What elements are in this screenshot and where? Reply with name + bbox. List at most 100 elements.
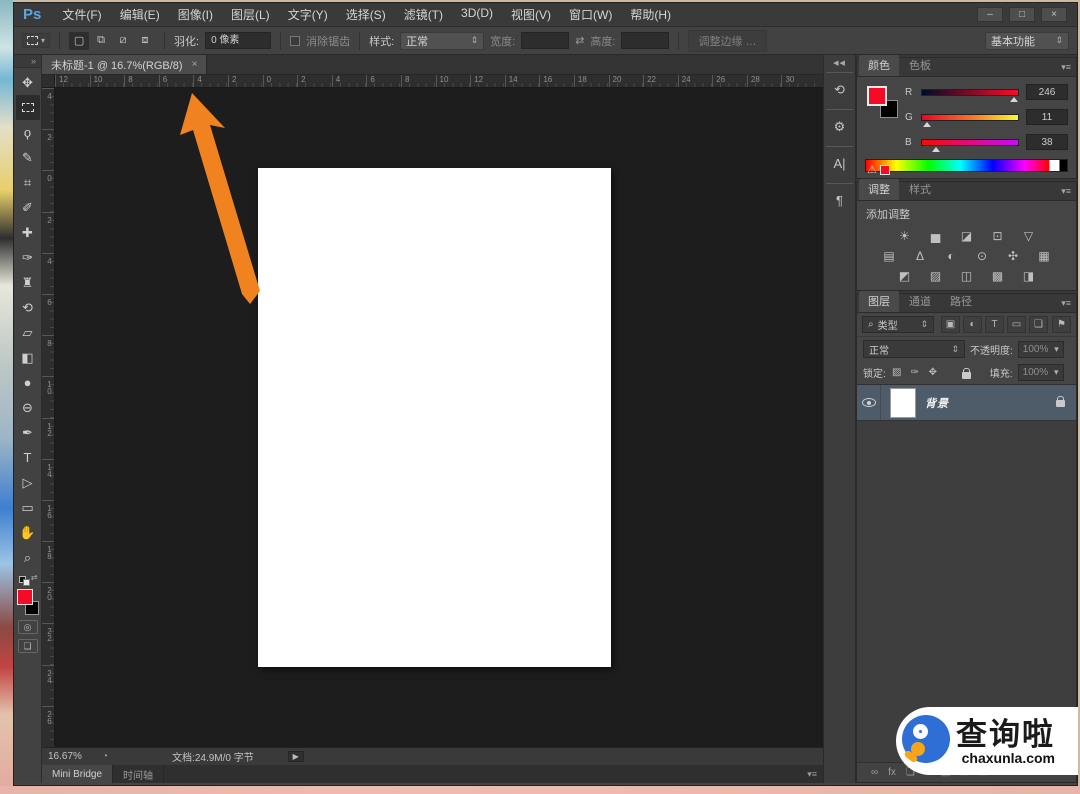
- exposure-adjustment-icon[interactable]: ⊡: [988, 228, 1008, 244]
- menu-item[interactable]: 帮助(H): [621, 6, 680, 23]
- slider-marker[interactable]: [1010, 96, 1019, 102]
- move-tool[interactable]: ✥: [16, 70, 40, 95]
- black-white-adjustment-icon[interactable]: ◐: [941, 248, 961, 264]
- width-input[interactable]: [521, 32, 570, 49]
- panel-menu-icon[interactable]: ▾≡: [1061, 62, 1076, 76]
- tool-preset-dropdown[interactable]: ▾: [22, 33, 51, 48]
- add-to-selection-mode-button[interactable]: ⧉: [91, 32, 111, 50]
- threshold-adjustment-icon[interactable]: ◫: [957, 268, 977, 284]
- menu-item[interactable]: 选择(S): [337, 6, 395, 23]
- filter-pixel-layers-icon[interactable]: ▣: [941, 316, 960, 333]
- red-channel-slider[interactable]: [921, 88, 1019, 102]
- menu-item[interactable]: 图层(L): [222, 6, 279, 23]
- eyedropper-tool[interactable]: ✐: [16, 195, 40, 220]
- color-balance-adjustment-icon[interactable]: Δ: [910, 248, 930, 264]
- foreground-color-swatch[interactable]: [867, 86, 887, 106]
- selective-color-adjustment-icon[interactable]: ▩: [988, 268, 1008, 284]
- lock-all-icon[interactable]: [961, 367, 971, 379]
- screen-mode-button[interactable]: ❏: [17, 639, 38, 653]
- rectangular-marquee-tool[interactable]: [15, 95, 40, 120]
- tab-layers[interactable]: 图层: [859, 291, 899, 312]
- fill-field[interactable]: 100% ▾: [1017, 364, 1064, 381]
- lock-transparent-pixels-icon[interactable]: ▨: [891, 367, 903, 378]
- history-brush-tool[interactable]: ⟲: [16, 295, 40, 320]
- properties-panel-icon[interactable]: ⚙: [826, 109, 853, 143]
- curves-adjustment-icon[interactable]: ◪: [957, 228, 977, 244]
- tab-channels[interactable]: 通道: [900, 291, 940, 312]
- blue-channel-value[interactable]: 38: [1026, 134, 1068, 150]
- status-options-arrow[interactable]: ▶: [287, 751, 304, 762]
- menu-item[interactable]: 视图(V): [502, 6, 560, 23]
- brightness-contrast-adjustment-icon[interactable]: ☀: [895, 228, 915, 244]
- quick-selection-tool[interactable]: ✎: [16, 145, 40, 170]
- blur-tool[interactable]: ●: [16, 370, 40, 395]
- menu-item[interactable]: 3D(D): [452, 6, 502, 23]
- document-canvas-page[interactable]: [258, 168, 611, 667]
- path-selection-tool[interactable]: ▷: [16, 470, 40, 495]
- posterize-adjustment-icon[interactable]: ▨: [926, 268, 946, 284]
- tab-mini-bridge[interactable]: Mini Bridge: [42, 765, 114, 783]
- document-tab[interactable]: 未标题-1 @ 16.7%(RGB/8) ×: [42, 55, 208, 74]
- maximize-button[interactable]: □: [1009, 7, 1035, 22]
- clone-stamp-tool[interactable]: ♜: [16, 270, 40, 295]
- spot-healing-brush-tool[interactable]: ✚: [16, 220, 40, 245]
- eraser-tool[interactable]: ▱: [16, 320, 40, 345]
- character-panel-icon[interactable]: A|: [826, 146, 853, 180]
- menu-item[interactable]: 文字(Y): [279, 6, 337, 23]
- color-spectrum-ramp[interactable]: [865, 159, 1068, 172]
- levels-adjustment-icon[interactable]: ▅: [926, 228, 946, 244]
- crop-tool[interactable]: ⌗: [16, 170, 40, 195]
- subtract-from-selection-mode-button[interactable]: ⧄: [113, 32, 133, 50]
- toolbar-collapse-button[interactable]: »: [14, 55, 41, 68]
- link-layers-icon[interactable]: ∞: [871, 767, 878, 778]
- antialias-checkbox[interactable]: [290, 35, 301, 46]
- opacity-field[interactable]: 100% ▾: [1017, 340, 1064, 358]
- tab-adjustments[interactable]: 调整: [859, 179, 899, 200]
- collapse-panels-icon[interactable]: ◀◀: [824, 55, 855, 69]
- quick-mask-button[interactable]: ◎: [17, 620, 38, 634]
- minimize-button[interactable]: –: [977, 7, 1003, 22]
- style-select[interactable]: 正常 ⇕: [400, 31, 485, 50]
- green-channel-slider[interactable]: [921, 113, 1019, 127]
- zoom-level-field[interactable]: 16.67%: [48, 751, 94, 762]
- rectangle-tool[interactable]: ▭: [16, 495, 40, 520]
- layer-filter-type-select[interactable]: ⌕ 类型 ⇕: [862, 316, 934, 333]
- tab-color[interactable]: 颜色: [859, 55, 899, 76]
- hue-saturation-adjustment-icon[interactable]: ▤: [879, 248, 899, 264]
- lock-image-pixels-icon[interactable]: ✑: [909, 367, 921, 378]
- invert-adjustment-icon[interactable]: ◩: [895, 268, 915, 284]
- red-channel-value[interactable]: 246: [1026, 84, 1068, 100]
- new-selection-mode-button[interactable]: ▢: [69, 31, 90, 50]
- lasso-tool[interactable]: ϙ: [16, 120, 40, 145]
- close-button[interactable]: ×: [1041, 7, 1067, 22]
- menu-item[interactable]: 编辑(E): [111, 6, 169, 23]
- gamut-warning[interactable]: ⚠: [867, 163, 890, 176]
- slider-marker[interactable]: [932, 146, 941, 152]
- layer-row-background[interactable]: 背景: [857, 385, 1076, 421]
- layer-style-icon[interactable]: fx: [888, 767, 896, 778]
- layer-visibility-toggle[interactable]: [857, 385, 881, 420]
- document-close-icon[interactable]: ×: [192, 59, 198, 70]
- panel-menu-icon[interactable]: ▾≡: [1061, 298, 1076, 312]
- swap-dimensions-icon[interactable]: ⇄: [575, 34, 584, 47]
- zoom-tool[interactable]: ⌕: [16, 545, 40, 570]
- filter-toggle-icon[interactable]: ⚑: [1052, 316, 1071, 333]
- paragraph-panel-icon[interactable]: ¶: [826, 183, 853, 217]
- tab-timeline[interactable]: 时间轴: [113, 765, 165, 783]
- tab-styles[interactable]: 样式: [900, 179, 940, 200]
- blend-mode-select[interactable]: 正常 ⇕: [863, 340, 965, 358]
- layer-thumbnail[interactable]: [890, 387, 916, 418]
- feather-input[interactable]: 0 像素: [205, 32, 272, 49]
- channel-mixer-adjustment-icon[interactable]: ✣: [1003, 248, 1023, 264]
- menu-item[interactable]: 图像(I): [169, 6, 222, 23]
- vibrance-adjustment-icon[interactable]: ▽: [1019, 228, 1039, 244]
- color-lookup-adjustment-icon[interactable]: ▦: [1034, 248, 1054, 264]
- intersect-selection-mode-button[interactable]: ⧈: [135, 32, 155, 50]
- menu-item[interactable]: 窗口(W): [560, 6, 621, 23]
- default-colors-swap[interactable]: ⇄: [18, 573, 38, 586]
- tab-swatches[interactable]: 色板: [900, 55, 940, 76]
- foreground-color-swatch[interactable]: [16, 589, 33, 605]
- filter-adjustment-layers-icon[interactable]: ◐: [963, 316, 982, 333]
- panel-menu-icon[interactable]: ▾≡: [807, 769, 823, 780]
- hand-tool[interactable]: ✋: [16, 520, 40, 545]
